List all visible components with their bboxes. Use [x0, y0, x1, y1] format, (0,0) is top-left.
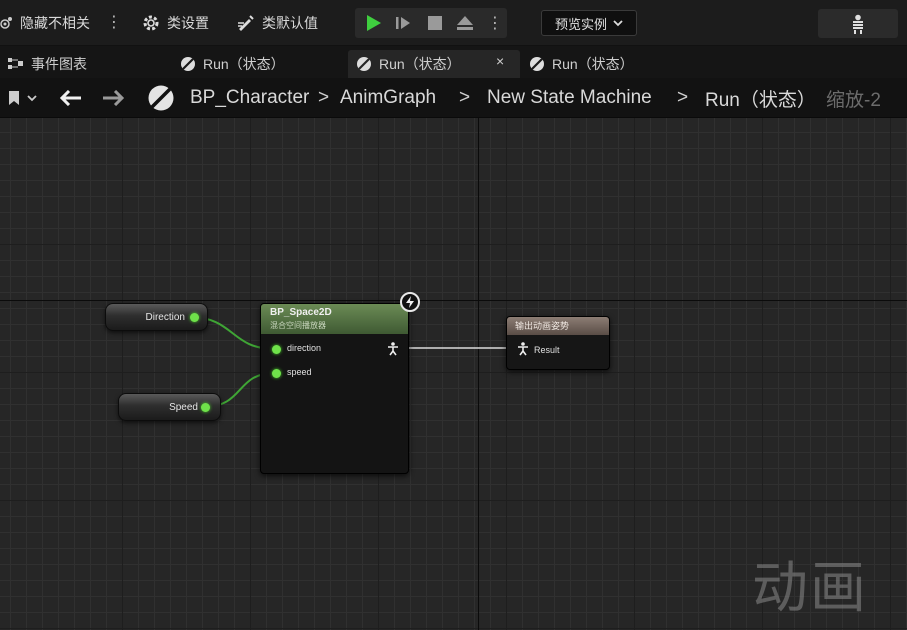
breadcrumb-separator: > [677, 87, 689, 108]
hide-unrelated-button[interactable]: 隐藏不相关 [0, 0, 90, 46]
tab-label: Run（状态） [552, 56, 634, 72]
state-icon [357, 57, 371, 71]
input-pin-speed[interactable] [272, 369, 281, 378]
state-icon [530, 57, 544, 71]
tab-label: 事件图表 [31, 56, 87, 72]
fast-path-icon [400, 292, 420, 312]
tab-event-graph[interactable]: 事件图表 [0, 50, 95, 78]
breadcrumb-separator: > [318, 87, 330, 108]
breadcrumb-item[interactable]: New State Machine [487, 78, 652, 118]
forward-button[interactable] [102, 78, 124, 118]
preview-instance-label: 预览实例 [554, 16, 607, 32]
play-button[interactable] [359, 8, 387, 38]
stop-button[interactable] [421, 8, 449, 38]
hide-unrelated-label: 隐藏不相关 [20, 15, 90, 31]
blendspace-player-node[interactable]: BP_Space2D 混合空间播放器 direction speed [260, 303, 409, 474]
chevron-down-icon [613, 20, 623, 27]
arrow-right-icon [103, 90, 124, 106]
output-pin[interactable] [190, 313, 199, 322]
pin-label: Result [534, 345, 560, 355]
output-pose-node[interactable]: 输出动画姿势 Result [506, 316, 610, 370]
class-defaults-button[interactable]: 类默认值 [236, 0, 318, 46]
eject-button[interactable] [451, 8, 479, 38]
stop-icon [428, 16, 442, 30]
breadcrumb-separator: > [459, 87, 471, 108]
graph-type-watermark: 动画 [752, 556, 868, 621]
tab-run-state[interactable]: Run（状态） [521, 50, 642, 78]
node-title: BP_Space2D [270, 307, 332, 318]
bookmark-icon [9, 91, 19, 105]
advance-frame-icon [396, 17, 410, 29]
class-settings-label: 类设置 [167, 15, 209, 31]
chevron-down-icon [27, 95, 37, 102]
pin-label: direction [287, 343, 322, 353]
node-subtitle: 混合空间播放器 [270, 321, 326, 330]
breadcrumb: BP_Character > AnimGraph > New State Mac… [0, 78, 907, 118]
anim-graph-canvas[interactable]: Direction Speed BP_Space2D 混合空间播放器 direc… [0, 118, 907, 630]
document-tabs: 事件图表 Run（状态） Run（状态） Run（状态） [0, 46, 907, 78]
play-icon [367, 15, 381, 31]
zoom-level: 缩放-2 [826, 89, 881, 111]
pin-label: speed [287, 367, 312, 377]
preview-instance-dropdown[interactable]: 预览实例 [541, 10, 637, 36]
eye-filter-icon [0, 17, 12, 29]
breadcrumb-item[interactable]: AnimGraph [340, 78, 436, 118]
node-title: 输出动画姿势 [507, 317, 609, 335]
state-icon [148, 85, 174, 111]
class-settings-button[interactable]: 类设置 [141, 0, 209, 46]
gear-icon [143, 15, 159, 31]
close-tab-icon[interactable]: × [496, 53, 504, 69]
eject-icon [457, 16, 473, 30]
event-graph-icon [8, 58, 23, 69]
breadcrumb-item[interactable]: BP_Character [190, 78, 309, 118]
variable-node-direction[interactable]: Direction [105, 303, 208, 331]
output-pin[interactable] [201, 403, 210, 412]
tab-run-state-active[interactable]: Run（状态） [348, 50, 520, 78]
input-pin-direction[interactable] [272, 345, 281, 354]
edit-defaults-icon [238, 15, 254, 31]
node-header: BP_Space2D 混合空间播放器 [261, 304, 408, 334]
tab-run-state[interactable]: Run（状态） [172, 50, 293, 78]
state-icon [181, 57, 195, 71]
back-button[interactable] [60, 78, 82, 118]
tab-label: Run（状态） [203, 56, 285, 72]
play-options-icon[interactable]: ⋮ [481, 8, 509, 38]
variable-node-speed[interactable]: Speed [118, 393, 221, 421]
bookmark-dropdown[interactable] [8, 78, 38, 118]
arrow-left-icon [60, 90, 81, 106]
advance-frame-button[interactable] [389, 8, 417, 38]
tab-label: Run（状态） [379, 56, 461, 72]
pose-output-pin-icon[interactable] [387, 342, 399, 356]
skeleton-icon [853, 14, 863, 34]
play-controls: ⋮ [355, 8, 507, 38]
toolbar-options-icon[interactable]: ⋮ [106, 12, 122, 34]
variable-label: Speed [169, 401, 198, 413]
class-defaults-label: 类默认值 [262, 15, 318, 31]
breadcrumb-item-current[interactable]: Run（状态） [705, 78, 816, 118]
pose-input-pin-icon[interactable] [517, 342, 529, 356]
skeleton-button[interactable] [818, 9, 898, 38]
state-graph-icon-wrap [147, 78, 175, 118]
main-toolbar: 隐藏不相关 ⋮ 类设置 类默认值 ⋮ 预览实例 [0, 0, 907, 46]
variable-label: Direction [145, 311, 185, 323]
